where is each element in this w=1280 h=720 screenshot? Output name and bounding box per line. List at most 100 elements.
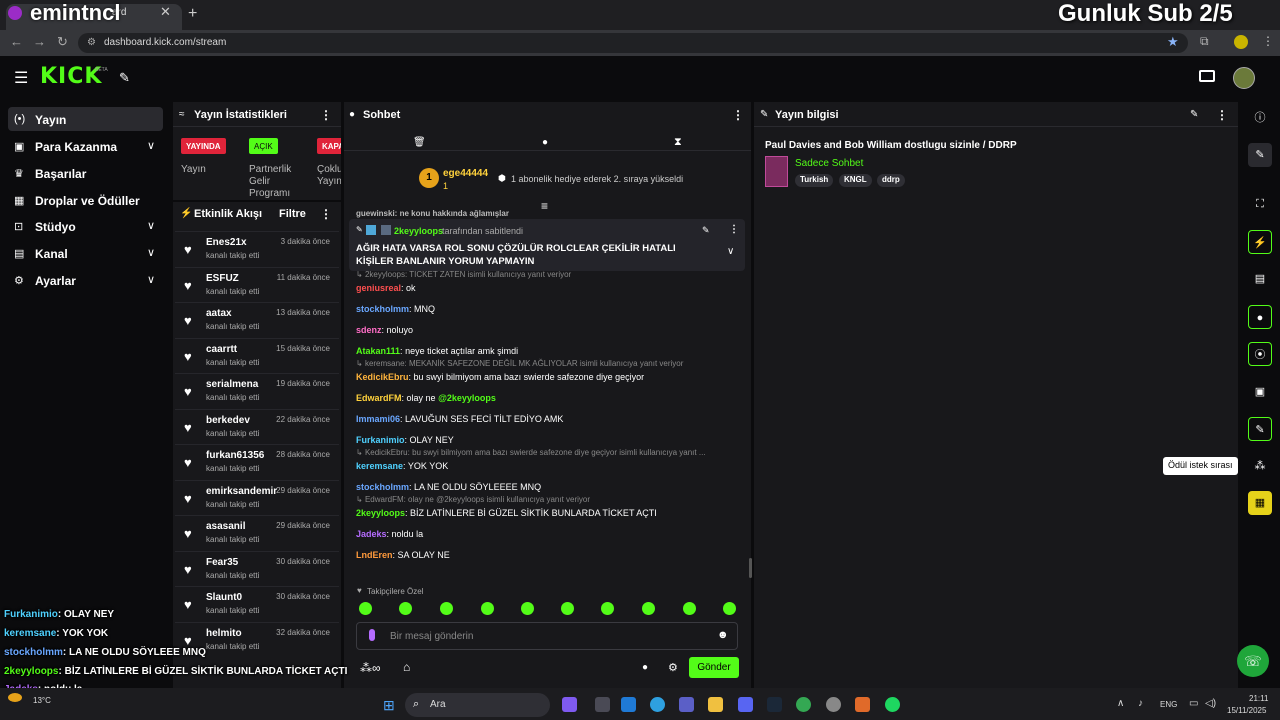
tag[interactable]: Turkish xyxy=(795,174,834,187)
activity-row[interactable]: ♥ furkan61356 28 dakika önce kanalı takip e… xyxy=(175,444,339,479)
discord-icon[interactable] xyxy=(738,697,753,712)
activity-row[interactable]: ♥ caarrtt 15 dakika önce kanalı takip etti xyxy=(175,337,339,373)
chat-username[interactable]: keremsane xyxy=(356,461,403,471)
menu-dots-icon[interactable]: ⋮ xyxy=(1262,34,1274,48)
emote-icon[interactable] xyxy=(399,602,412,615)
task-view-icon[interactable] xyxy=(595,697,610,712)
tag[interactable]: KNGL xyxy=(839,174,872,187)
edge-icon[interactable] xyxy=(650,697,665,712)
activity-row[interactable]: ♥ Fear35 30 dakika önce kanalı takip etti xyxy=(175,550,339,586)
activity-row[interactable]: ♥ serialmena 19 dakika önce kanalı takip et… xyxy=(175,373,339,408)
chat-username[interactable]: Immami06 xyxy=(356,414,400,424)
sidebar-item-kanal[interactable]: ▤ Kanal ∨ xyxy=(8,241,163,265)
windows-start-icon[interactable]: ⊞ xyxy=(383,697,395,714)
sidebar-item-yayin[interactable]: (•) Yayın xyxy=(8,107,163,131)
more-icon[interactable]: ⋮ xyxy=(320,108,332,122)
edit-icon[interactable]: ✎ xyxy=(1248,143,1272,167)
obs-icon[interactable] xyxy=(826,697,841,712)
broadcast-icon[interactable]: ⦿ xyxy=(1248,342,1272,366)
activity-row[interactable]: ♥ asasanil 29 dakika önce kanalı takip etti xyxy=(175,515,339,550)
emote-icon[interactable] xyxy=(642,602,655,615)
chevron-down-icon[interactable]: ∨ xyxy=(727,246,734,257)
edit-icon[interactable]: ✎ xyxy=(1190,109,1198,120)
chat-username[interactable]: 2keyyloops xyxy=(356,508,405,518)
new-tab-icon[interactable]: + xyxy=(188,5,197,23)
store-icon[interactable]: ⌂ xyxy=(403,660,410,674)
emote-icon[interactable] xyxy=(359,602,372,615)
steam-icon[interactable] xyxy=(767,697,782,712)
activity-row[interactable]: ♥ Enes21x 3 dakika önce kanalı takip etti xyxy=(175,231,339,266)
copilot-icon[interactable] xyxy=(562,697,577,712)
back-icon[interactable]: ← xyxy=(10,34,23,49)
more-icon[interactable]: ⋮ xyxy=(1216,108,1228,122)
chat-mention[interactable]: @2keyyloops xyxy=(438,393,496,403)
activity-username[interactable]: aatax xyxy=(206,308,232,319)
volume-icon[interactable]: ◁) xyxy=(1205,698,1216,709)
hourglass-icon[interactable]: ⧗ xyxy=(674,136,682,149)
emote-icon[interactable] xyxy=(561,602,574,615)
document-icon[interactable]: ▤ xyxy=(1248,267,1272,291)
cast-icon[interactable]: ▣ xyxy=(1248,380,1272,404)
category-name[interactable]: Sadece Sohbet xyxy=(795,158,863,169)
user-avatar[interactable] xyxy=(1233,67,1255,89)
activity-row[interactable]: ♥ berkedev 22 dakika önce kanalı takip etti xyxy=(175,408,339,444)
cast-icon[interactable] xyxy=(1199,70,1215,82)
emote-icon[interactable] xyxy=(481,602,494,615)
emoji-icon[interactable]: ☻ xyxy=(717,629,729,641)
network-icon[interactable]: ▭ xyxy=(1189,698,1198,709)
trash-icon[interactable]: 🗑 xyxy=(413,137,426,148)
sidebar-item-ayarlar[interactable]: ⚙ Ayarlar ∨ xyxy=(8,268,163,292)
activity-username[interactable]: caarrtt xyxy=(206,344,237,355)
filter-button[interactable]: Filtre xyxy=(279,208,306,220)
app-icon[interactable] xyxy=(855,697,870,712)
site-info-icon[interactable]: ⚙ xyxy=(87,37,96,48)
chrome-icon[interactable] xyxy=(796,697,811,712)
emote-icon[interactable] xyxy=(723,602,736,615)
chat-username[interactable]: stockholmm xyxy=(356,482,409,492)
activity-row[interactable]: ♥ aatax 13 dakika önce kanalı takip etti xyxy=(175,302,339,337)
support-icon[interactable]: ☏ xyxy=(1237,645,1269,677)
unpin-icon[interactable]: ✎ xyxy=(702,225,710,236)
more-icon[interactable]: ⋮ xyxy=(729,224,739,235)
chat-username[interactable]: LndEren xyxy=(356,550,393,560)
sidebar-item-basarilar[interactable]: ♛ Başarılar xyxy=(8,161,163,185)
resize-handle[interactable] xyxy=(749,558,752,578)
more-icon[interactable]: ⋮ xyxy=(320,207,332,221)
chat-username[interactable]: geniusreal xyxy=(356,283,401,293)
forward-icon[interactable]: → xyxy=(33,34,46,49)
gift-user[interactable]: ege44444 xyxy=(443,168,488,179)
sidebar-item-studyo[interactable]: ⊡ Stüdyo ∨ xyxy=(8,214,163,238)
bookmark-star-icon[interactable]: ★ xyxy=(1167,34,1179,50)
mic-icon[interactable]: ♪ xyxy=(1138,698,1143,709)
chat-username[interactable]: sdenz xyxy=(356,325,382,335)
wrench-icon[interactable]: ✎ xyxy=(1248,417,1272,441)
taskbar-search[interactable] xyxy=(405,693,550,717)
language-indicator[interactable]: ENG xyxy=(1160,700,1177,709)
tools-icon[interactable]: ✎ xyxy=(119,70,130,86)
profile-icon[interactable] xyxy=(1234,35,1248,49)
emote-icon[interactable] xyxy=(521,602,534,615)
info-icon[interactable]: ⓘ xyxy=(1248,106,1272,130)
gear-icon[interactable]: ⚙ xyxy=(668,661,678,674)
file-explorer-icon[interactable] xyxy=(708,697,723,712)
chat-username[interactable]: KedicikEbru xyxy=(356,372,409,382)
chat-username[interactable]: Furkanimio xyxy=(356,435,405,445)
activity-row[interactable]: ♥ emirksandemir 29 dakika önce kanalı takip… xyxy=(175,479,339,515)
chat-username[interactable]: Atakan111 xyxy=(356,346,400,356)
sidebar-item-para-kazanma[interactable]: ▣ Para Kazanma ∨ xyxy=(8,134,163,158)
pinned-by-user[interactable]: 2keyyloops xyxy=(394,226,443,236)
activity-row[interactable]: ♥ ESFUZ 11 dakika önce kanalı takip etti xyxy=(175,266,339,302)
category-thumbnail[interactable] xyxy=(765,156,788,187)
activity-username[interactable]: furkan61356 xyxy=(206,450,264,461)
reload-icon[interactable]: ↻ xyxy=(57,34,68,50)
outlook-icon[interactable] xyxy=(621,697,636,712)
hamburger-icon[interactable]: ☰ xyxy=(14,68,28,88)
extensions-icon[interactable]: ⧉ xyxy=(1200,34,1209,49)
chat-bubble-icon[interactable]: ● xyxy=(1248,305,1272,329)
activity-row[interactable]: ♥ Slaunt0 30 dakika önce kanalı takip etti xyxy=(175,586,339,621)
chat-username[interactable]: stockholmm xyxy=(356,304,409,314)
activity-username[interactable]: helmito xyxy=(206,628,242,639)
emote-icon[interactable] xyxy=(683,602,696,615)
tray-chevron-up-icon[interactable]: ∧ xyxy=(1117,698,1124,709)
fullscreen-icon[interactable]: ⛶ xyxy=(1248,192,1272,216)
